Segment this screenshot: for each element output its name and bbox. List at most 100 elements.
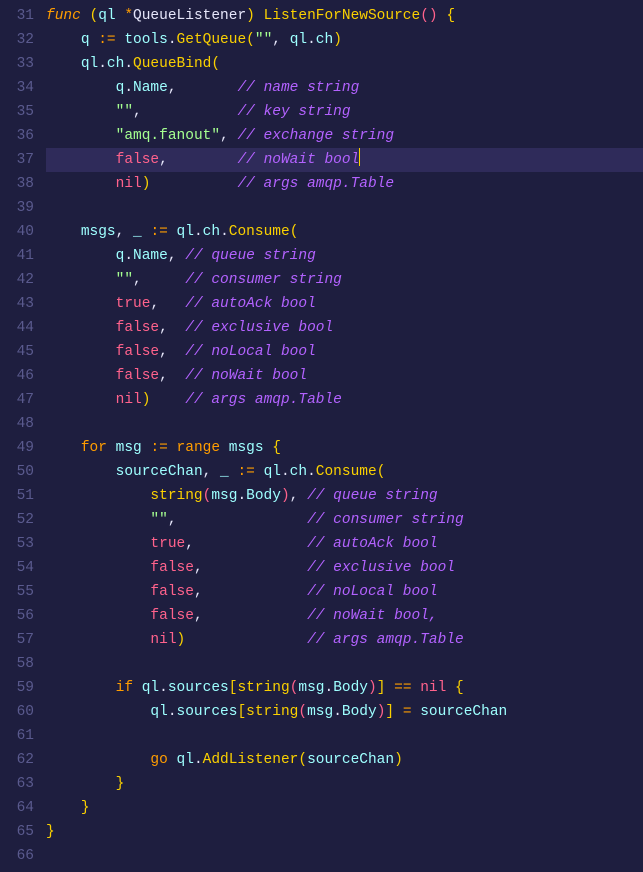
token-paren2: (	[298, 704, 307, 720]
token-plain	[46, 152, 116, 168]
token-ident: msgs	[81, 224, 116, 240]
token-plain	[46, 32, 81, 48]
token-plain	[185, 632, 307, 648]
code-line[interactable]: "amq.fanout", // exchange string	[46, 124, 643, 148]
token-brace: {	[455, 680, 464, 696]
code-line[interactable]: true, // autoAck bool	[46, 292, 643, 316]
token-op: =	[403, 704, 412, 720]
token-dot: .	[333, 704, 342, 720]
token-plain	[168, 152, 238, 168]
code-line[interactable]: false, // noWait bool	[46, 148, 643, 172]
code-line[interactable]	[46, 412, 643, 436]
token-op: :=	[150, 224, 167, 240]
code-line[interactable]	[46, 724, 643, 748]
code-line[interactable]: go ql.AddListener(sourceChan)	[46, 748, 643, 772]
code-line[interactable]: q.Name, // queue string	[46, 244, 643, 268]
line-number: 34	[6, 76, 34, 100]
code-line[interactable]: q := tools.GetQueue("", ql.ch)	[46, 28, 643, 52]
code-line[interactable]: }	[46, 772, 643, 796]
code-line[interactable]: ql.sources[string(msg.Body)] = sourceCha…	[46, 700, 643, 724]
token-dot: .	[307, 32, 316, 48]
token-plain	[46, 296, 116, 312]
token-ident: q	[81, 32, 90, 48]
code-line[interactable]: false, // noWait bool	[46, 364, 643, 388]
token-paren: )	[177, 632, 186, 648]
token-ident: ql	[264, 464, 281, 480]
code-line[interactable]: "", // key string	[46, 100, 643, 124]
token-comment: // name string	[237, 80, 359, 96]
token-kw: func	[46, 8, 81, 24]
token-comment: // queue string	[185, 248, 316, 264]
code-line[interactable]: sourceChan, _ := ql.ch.Consume(	[46, 460, 643, 484]
code-line[interactable]: string(msg.Body), // queue string	[46, 484, 643, 508]
token-declfunc: ListenForNewSource	[264, 8, 421, 24]
token-ident: ql	[81, 56, 98, 72]
token-paren: (	[377, 464, 386, 480]
line-number-gutter: 3132333435363738394041424344454647484950…	[0, 0, 46, 872]
code-line[interactable]: if ql.sources[string(msg.Body)] == nil {	[46, 676, 643, 700]
code-line[interactable]	[46, 844, 643, 868]
code-line[interactable]: q.Name, // name string	[46, 76, 643, 100]
token-const: false	[150, 608, 194, 624]
code-line[interactable]: true, // autoAck bool	[46, 532, 643, 556]
token-kw2: if	[116, 680, 133, 696]
token-paren: [	[237, 704, 246, 720]
code-line[interactable]	[46, 196, 643, 220]
token-dot: .	[124, 56, 133, 72]
token-const: nil	[420, 680, 446, 696]
token-punct: ,	[203, 464, 220, 480]
token-comment: // args amqp.Table	[185, 392, 342, 408]
token-punct: ,	[159, 320, 168, 336]
token-plain	[46, 680, 116, 696]
code-line[interactable]: nil) // args amqp.Table	[46, 388, 643, 412]
code-line[interactable]: false, // exclusive bool	[46, 316, 643, 340]
token-plain	[177, 248, 186, 264]
token-paren: (	[90, 8, 99, 24]
token-plain	[159, 296, 185, 312]
line-number: 32	[6, 28, 34, 52]
token-str: ""	[255, 32, 272, 48]
code-line[interactable]: nil) // args amqp.Table	[46, 172, 643, 196]
token-plain	[177, 80, 238, 96]
code-line[interactable]: false, // noLocal bool	[46, 340, 643, 364]
code-line[interactable]: msgs, _ := ql.ch.Consume(	[46, 220, 643, 244]
code-line[interactable]: false, // noWait bool,	[46, 604, 643, 628]
code-line[interactable]: "", // consumer string	[46, 268, 643, 292]
code-editor[interactable]: 3132333435363738394041424344454647484950…	[0, 0, 643, 872]
line-number: 49	[6, 436, 34, 460]
token-paren2: )	[368, 680, 377, 696]
token-punct: ,	[133, 272, 142, 288]
line-number: 65	[6, 820, 34, 844]
token-plain	[177, 512, 308, 528]
code-line[interactable]: false, // exclusive bool	[46, 556, 643, 580]
token-ident: msg	[307, 704, 333, 720]
code-line[interactable]: }	[46, 796, 643, 820]
token-comment: // autoAck bool	[185, 296, 316, 312]
code-line[interactable]: for msg := range msgs {	[46, 436, 643, 460]
code-line[interactable]: "", // consumer string	[46, 508, 643, 532]
token-call: string	[150, 488, 202, 504]
token-dot: .	[194, 752, 203, 768]
token-comment: // args amqp.Table	[307, 632, 464, 648]
code-line[interactable]: func (ql *QueueListener) ListenForNewSou…	[46, 4, 643, 28]
token-plain	[203, 584, 307, 600]
code-line[interactable]: false, // noLocal bool	[46, 580, 643, 604]
token-comment: // consumer string	[307, 512, 464, 528]
code-line[interactable]: ql.ch.QueueBind(	[46, 52, 643, 76]
token-ident: Name	[133, 80, 168, 96]
line-number: 37	[6, 148, 34, 172]
token-ident: Body	[333, 680, 368, 696]
code-area[interactable]: func (ql *QueueListener) ListenForNewSou…	[46, 0, 643, 872]
code-line[interactable]: }	[46, 820, 643, 844]
code-line[interactable]	[46, 652, 643, 676]
token-ident: ch	[107, 56, 124, 72]
token-plain	[46, 560, 150, 576]
code-line[interactable]: nil) // args amqp.Table	[46, 628, 643, 652]
token-plain	[255, 464, 264, 480]
line-number: 41	[6, 244, 34, 268]
token-dot: .	[124, 80, 133, 96]
token-ident: ql	[177, 752, 194, 768]
token-plain	[255, 8, 264, 24]
token-dot: .	[124, 248, 133, 264]
token-call: string	[246, 704, 298, 720]
